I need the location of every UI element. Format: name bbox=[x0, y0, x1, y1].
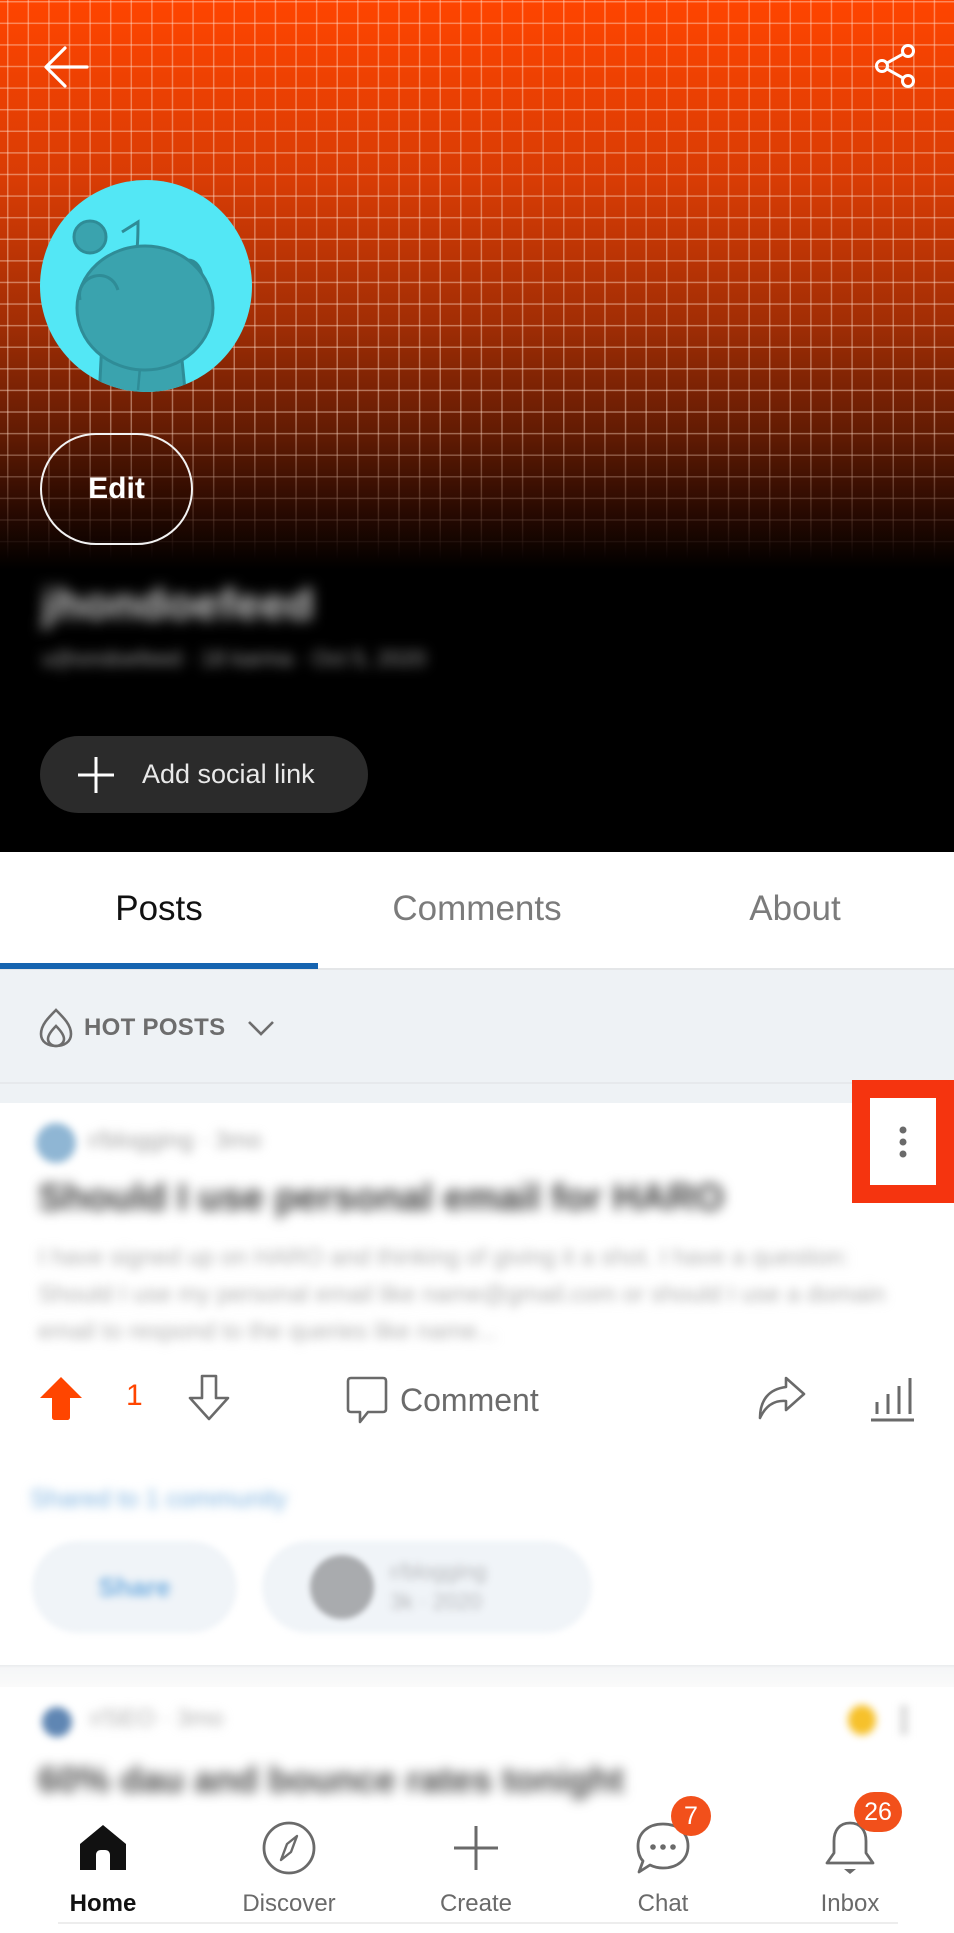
share-post-button[interactable] bbox=[752, 1369, 810, 1427]
shared-to-community-link[interactable]: Shared to 1 community bbox=[30, 1485, 287, 1514]
inbox-unread-badge: 26 bbox=[854, 1792, 902, 1832]
community-avatar bbox=[42, 1707, 72, 1737]
post-meta: r/blogging · 3mo bbox=[88, 1127, 262, 1154]
nav-home[interactable]: Home bbox=[28, 1808, 178, 1926]
nav-create[interactable]: Create bbox=[401, 1808, 551, 1926]
post-title[interactable]: Should I use personal email for HARO bbox=[38, 1177, 724, 1220]
comment-bubble-icon bbox=[346, 1376, 388, 1424]
share-icon bbox=[875, 44, 915, 88]
back-button[interactable] bbox=[34, 40, 98, 94]
compass-icon bbox=[262, 1821, 316, 1875]
tab-comments[interactable]: Comments bbox=[318, 852, 636, 966]
add-social-link-button[interactable]: Add social link bbox=[40, 736, 368, 813]
share-arrow-icon bbox=[758, 1376, 806, 1420]
community-chip[interactable]: r/blogging 3k · 2020 bbox=[262, 1541, 592, 1633]
post-actions: 1 Comment bbox=[0, 1365, 954, 1435]
profile-tabs: Posts Comments About bbox=[0, 852, 954, 970]
community-chip-name: r/blogging bbox=[390, 1559, 487, 1584]
post-title[interactable]: 60% dau and bounce rates tonight bbox=[38, 1759, 624, 1801]
sort-dropdown[interactable]: HOT POSTS bbox=[38, 1006, 275, 1050]
downvote-arrow-icon bbox=[188, 1374, 230, 1421]
post-card[interactable]: r/blogging · 3mo Should I use personal e… bbox=[0, 1080, 954, 1665]
share-profile-button[interactable] bbox=[864, 38, 926, 94]
nav-chat-label: Chat bbox=[637, 1890, 689, 1917]
edit-profile-button[interactable]: Edit bbox=[40, 433, 193, 545]
bottom-navigation: Home Discover Create 7 Chat 26 Inbox bbox=[0, 1792, 954, 1933]
comment-button[interactable]: Comment bbox=[346, 1373, 539, 1427]
arrow-left-icon bbox=[44, 46, 89, 88]
sort-label: HOT POSTS bbox=[84, 1014, 226, 1041]
nav-inbox-label: Inbox bbox=[820, 1890, 880, 1917]
community-chip-avatar bbox=[310, 1555, 374, 1619]
more-vertical-icon bbox=[899, 1126, 907, 1157]
share-chip[interactable]: Share bbox=[32, 1541, 237, 1633]
vote-count: 1 bbox=[126, 1379, 143, 1412]
chat-unread-badge: 7 bbox=[671, 1796, 711, 1836]
more-vertical-icon[interactable] bbox=[900, 1705, 908, 1735]
post-insights-button[interactable] bbox=[864, 1371, 920, 1427]
post-separator bbox=[0, 1665, 954, 1687]
plus-icon bbox=[454, 1826, 498, 1870]
snoo-avatar-icon bbox=[72, 219, 215, 392]
add-social-link-label: Add social link bbox=[142, 759, 315, 789]
sort-bar: HOT POSTS bbox=[0, 970, 954, 1103]
upvote-button[interactable] bbox=[34, 1371, 88, 1425]
share-chip-label: Share bbox=[98, 1571, 171, 1602]
upvote-arrow-icon bbox=[40, 1377, 82, 1420]
nav-create-label: Create bbox=[439, 1890, 513, 1917]
user-meta: u/jhondoefeed · 18 karma · Oct 5, 2020 bbox=[42, 646, 427, 671]
post-body: I have signed up on HARO and thinking of… bbox=[38, 1244, 886, 1345]
award-badge-icon bbox=[848, 1705, 876, 1735]
nav-discover[interactable]: Discover bbox=[214, 1808, 364, 1926]
tab-posts[interactable]: Posts bbox=[0, 852, 318, 966]
nav-chat[interactable]: 7 Chat bbox=[588, 1796, 738, 1926]
chevron-down-icon bbox=[248, 1021, 275, 1036]
home-icon bbox=[80, 1825, 126, 1870]
gesture-bar-divider bbox=[58, 1922, 898, 1924]
nav-inbox[interactable]: 26 Inbox bbox=[775, 1792, 925, 1926]
active-tab-indicator bbox=[0, 963, 318, 969]
nav-home-label: Home bbox=[69, 1890, 137, 1917]
profile-avatar[interactable] bbox=[40, 180, 252, 392]
tab-about[interactable]: About bbox=[636, 852, 954, 966]
community-chip-meta: 3k · 2020 bbox=[390, 1589, 482, 1614]
downvote-button[interactable] bbox=[182, 1371, 236, 1425]
bar-chart-icon bbox=[871, 1378, 914, 1422]
flame-icon bbox=[39, 1008, 73, 1048]
username: jhondoefeed bbox=[42, 580, 315, 629]
community-avatar bbox=[36, 1123, 76, 1163]
post-more-options-button[interactable] bbox=[852, 1080, 954, 1203]
nav-discover-label: Discover bbox=[242, 1890, 336, 1917]
plus-icon bbox=[78, 756, 114, 793]
profile-banner: Edit jhondoefeed u/jhondoefeed · 18 karm… bbox=[0, 0, 954, 852]
post-meta: r/SEO · 3mo bbox=[90, 1705, 224, 1732]
comment-label: Comment bbox=[400, 1381, 539, 1418]
sortbar-divider bbox=[0, 1082, 954, 1084]
